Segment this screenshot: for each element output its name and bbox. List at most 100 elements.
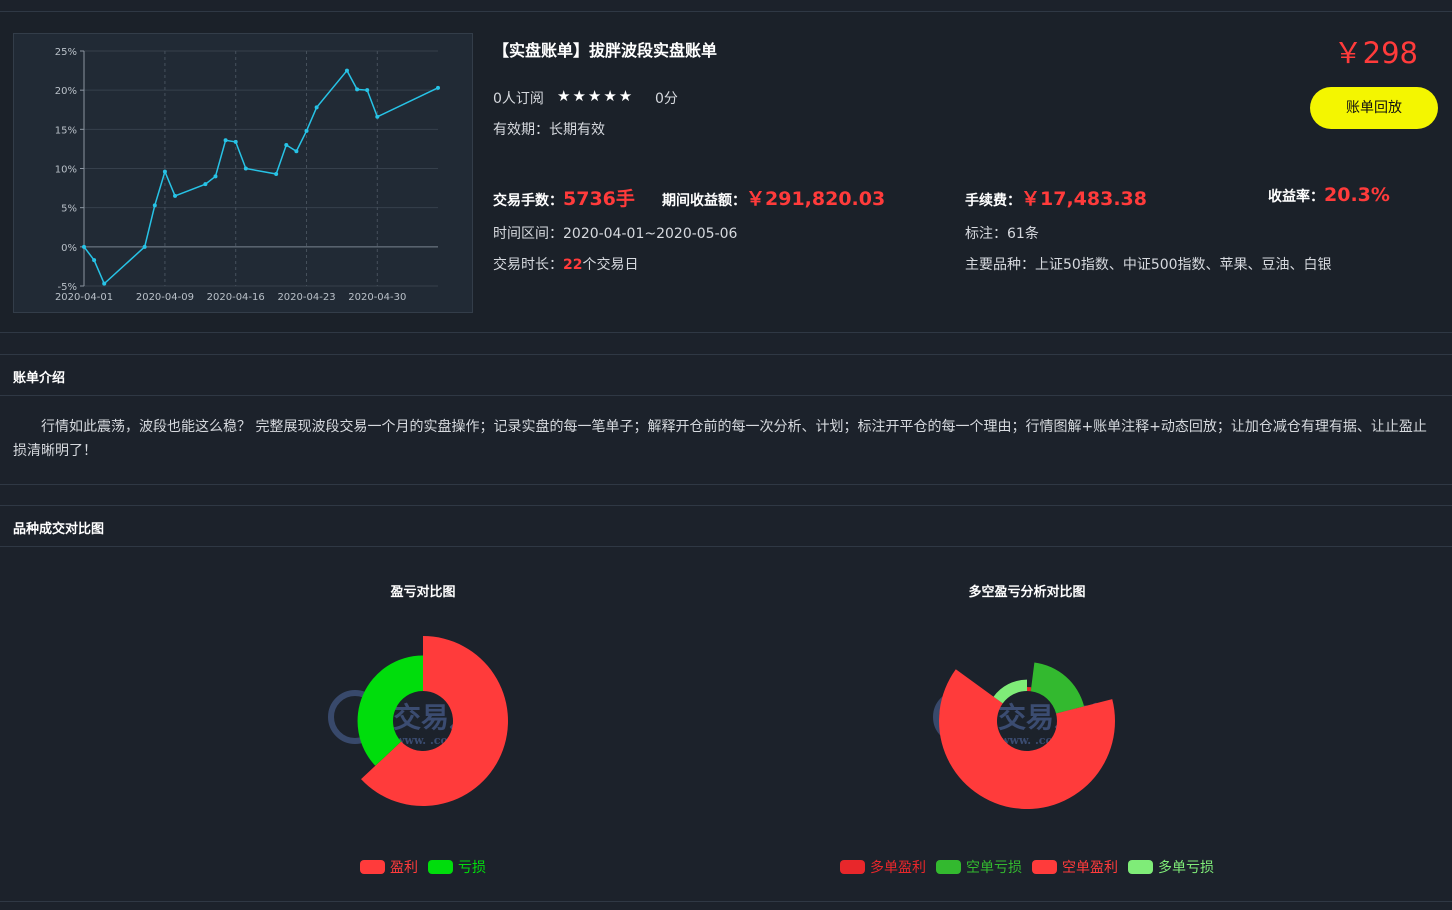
data-point — [436, 85, 440, 90]
duration-unit: 个交易日 — [582, 257, 639, 273]
validity-label: 有效期： — [493, 122, 549, 138]
data-point — [365, 88, 370, 93]
legend-swatch — [1032, 860, 1057, 874]
bill-title: 【实盘账单】拔胖波段实盘账单 — [493, 41, 718, 60]
data-point — [203, 182, 208, 187]
main-varieties: 主要品种：上证50指数、中证500指数、苹果、豆油、白银 — [965, 254, 1332, 274]
subscriber-count: 0人订阅 — [493, 91, 544, 107]
equity-curve-chart: 25% 20% 15% 10% 5% 0% -5% 2020-04-01 2020-04-09 2… — [13, 33, 473, 313]
data-point — [233, 139, 238, 144]
rating-stars-icon: ★★★★★ — [557, 87, 635, 105]
y-tick-label: 15% — [55, 125, 77, 136]
yield-stat: 收益率：20.3% — [1268, 184, 1390, 206]
data-point — [274, 171, 279, 176]
intro-section-title: 账单介绍 — [13, 371, 66, 386]
legend-item-short-profit[interactable]: 空单盈利 — [1032, 857, 1118, 877]
pnl-legend: 盈利 亏损 — [360, 857, 496, 877]
profit-value: ￥291,820.03 — [746, 188, 886, 210]
data-point — [243, 166, 248, 171]
legend-label: 空单盈利 — [1062, 860, 1118, 876]
data-point — [142, 244, 147, 249]
fee-stat: 手续费：￥17,483.38 — [965, 184, 1147, 211]
fee-label: 手续费： — [965, 193, 1021, 209]
notes-value: 61条 — [1007, 226, 1039, 242]
validity-row: 有效期：长期有效 — [493, 119, 605, 139]
x-tick-label: 2020-04-09 — [136, 292, 194, 303]
compare-title-divider — [0, 546, 1452, 547]
legend-item-long-loss[interactable]: 多单亏损 — [1128, 857, 1214, 877]
legend-item-profit[interactable]: 盈利 — [360, 857, 418, 877]
legend-swatch — [1128, 860, 1153, 874]
profit-label: 期间收益额： — [662, 193, 746, 209]
slice-long-loss — [993, 679, 1027, 704]
data-point — [92, 258, 97, 263]
data-point — [304, 128, 309, 133]
data-point — [344, 68, 349, 73]
bill-price: ￥298 — [1333, 36, 1418, 70]
notes-label: 标注： — [965, 226, 1007, 242]
y-tick-label: 20% — [55, 86, 77, 97]
x-tick-label: 2020-04-30 — [348, 292, 406, 303]
lots-value: 5736手 — [563, 188, 635, 210]
compare-top-divider — [0, 505, 1452, 506]
summary-divider — [0, 332, 1452, 333]
validity-value: 长期有效 — [549, 122, 605, 138]
y-tick-label: 25% — [55, 47, 77, 58]
y-tick-label: 10% — [55, 165, 77, 176]
x-tick-label: 2020-04-23 — [277, 292, 335, 303]
profit-stat: 期间收益额：￥291,820.03 — [662, 184, 885, 211]
varieties-value: 上证50指数、中证500指数、苹果、豆油、白银 — [1035, 257, 1332, 273]
duration-label: 交易时长： — [493, 257, 563, 273]
varieties-label: 主要品种： — [965, 257, 1035, 273]
data-point — [284, 143, 289, 147]
yield-value: 20.3% — [1324, 184, 1390, 206]
data-point — [213, 174, 218, 179]
data-point — [102, 281, 107, 286]
data-point — [173, 193, 178, 198]
data-point — [152, 203, 157, 208]
legend-item-loss[interactable]: 亏损 — [428, 857, 486, 877]
x-tick-label: 2020-04-01 — [55, 292, 113, 303]
legend-label: 空单亏损 — [966, 860, 1022, 876]
legend-swatch — [428, 860, 453, 874]
y-tick-label: 5% — [61, 204, 77, 215]
long-short-rose-chart — [939, 662, 1115, 809]
bottom-divider — [0, 901, 1452, 902]
lots-label: 交易手数： — [493, 193, 563, 209]
data-point — [314, 105, 319, 110]
legend-swatch — [840, 860, 865, 874]
legend-label: 亏损 — [458, 860, 486, 876]
yield-label: 收益率： — [1268, 189, 1324, 205]
trading-duration: 交易时长：22个交易日 — [493, 254, 638, 274]
x-tick-label: 2020-04-16 — [207, 292, 265, 303]
legend-swatch — [936, 860, 961, 874]
lots-stat: 交易手数：5736手 — [493, 184, 635, 211]
time-range: 时间区间：2020-04-01~2020-05-06 — [493, 223, 737, 243]
pnl-donut-chart — [357, 636, 509, 806]
slice-loss — [357, 655, 423, 766]
replay-button[interactable]: 账单回放 — [1310, 87, 1438, 129]
time-range-label: 时间区间： — [493, 226, 563, 242]
legend-label: 盈利 — [390, 860, 418, 876]
data-point — [375, 114, 380, 119]
legend-item-short-loss[interactable]: 空单亏损 — [936, 857, 1022, 877]
compare-section-title: 品种成交对比图 — [13, 522, 105, 537]
rating-score: 0分 — [655, 91, 678, 107]
data-point — [294, 149, 299, 154]
legend-swatch — [360, 860, 385, 874]
equity-series-line — [83, 69, 439, 285]
notes-count: 标注：61条 — [965, 223, 1039, 243]
y-tick-label: 0% — [61, 243, 77, 254]
pnl-chart-title: 盈亏对比图 — [390, 585, 456, 600]
legend-item-long-profit[interactable]: 多单盈利 — [840, 857, 926, 877]
slice-long-profit — [1027, 687, 1032, 692]
fee-value: ￥17,483.38 — [1021, 188, 1147, 210]
slice-short-loss — [1030, 662, 1085, 714]
duration-days: 22 — [563, 257, 583, 273]
long-short-legend: 多单盈利 空单亏损 空单盈利 多单亏损 — [840, 857, 1224, 877]
data-point — [82, 244, 86, 249]
intro-top-divider — [0, 354, 1452, 355]
legend-label: 多单盈利 — [870, 860, 926, 876]
intro-title-divider — [0, 395, 1452, 396]
intro-text: 行情如此震荡，波段也能这么稳？ 完整展现波段交易一个月的实盘操作；记录实盘的每一… — [13, 419, 1427, 459]
